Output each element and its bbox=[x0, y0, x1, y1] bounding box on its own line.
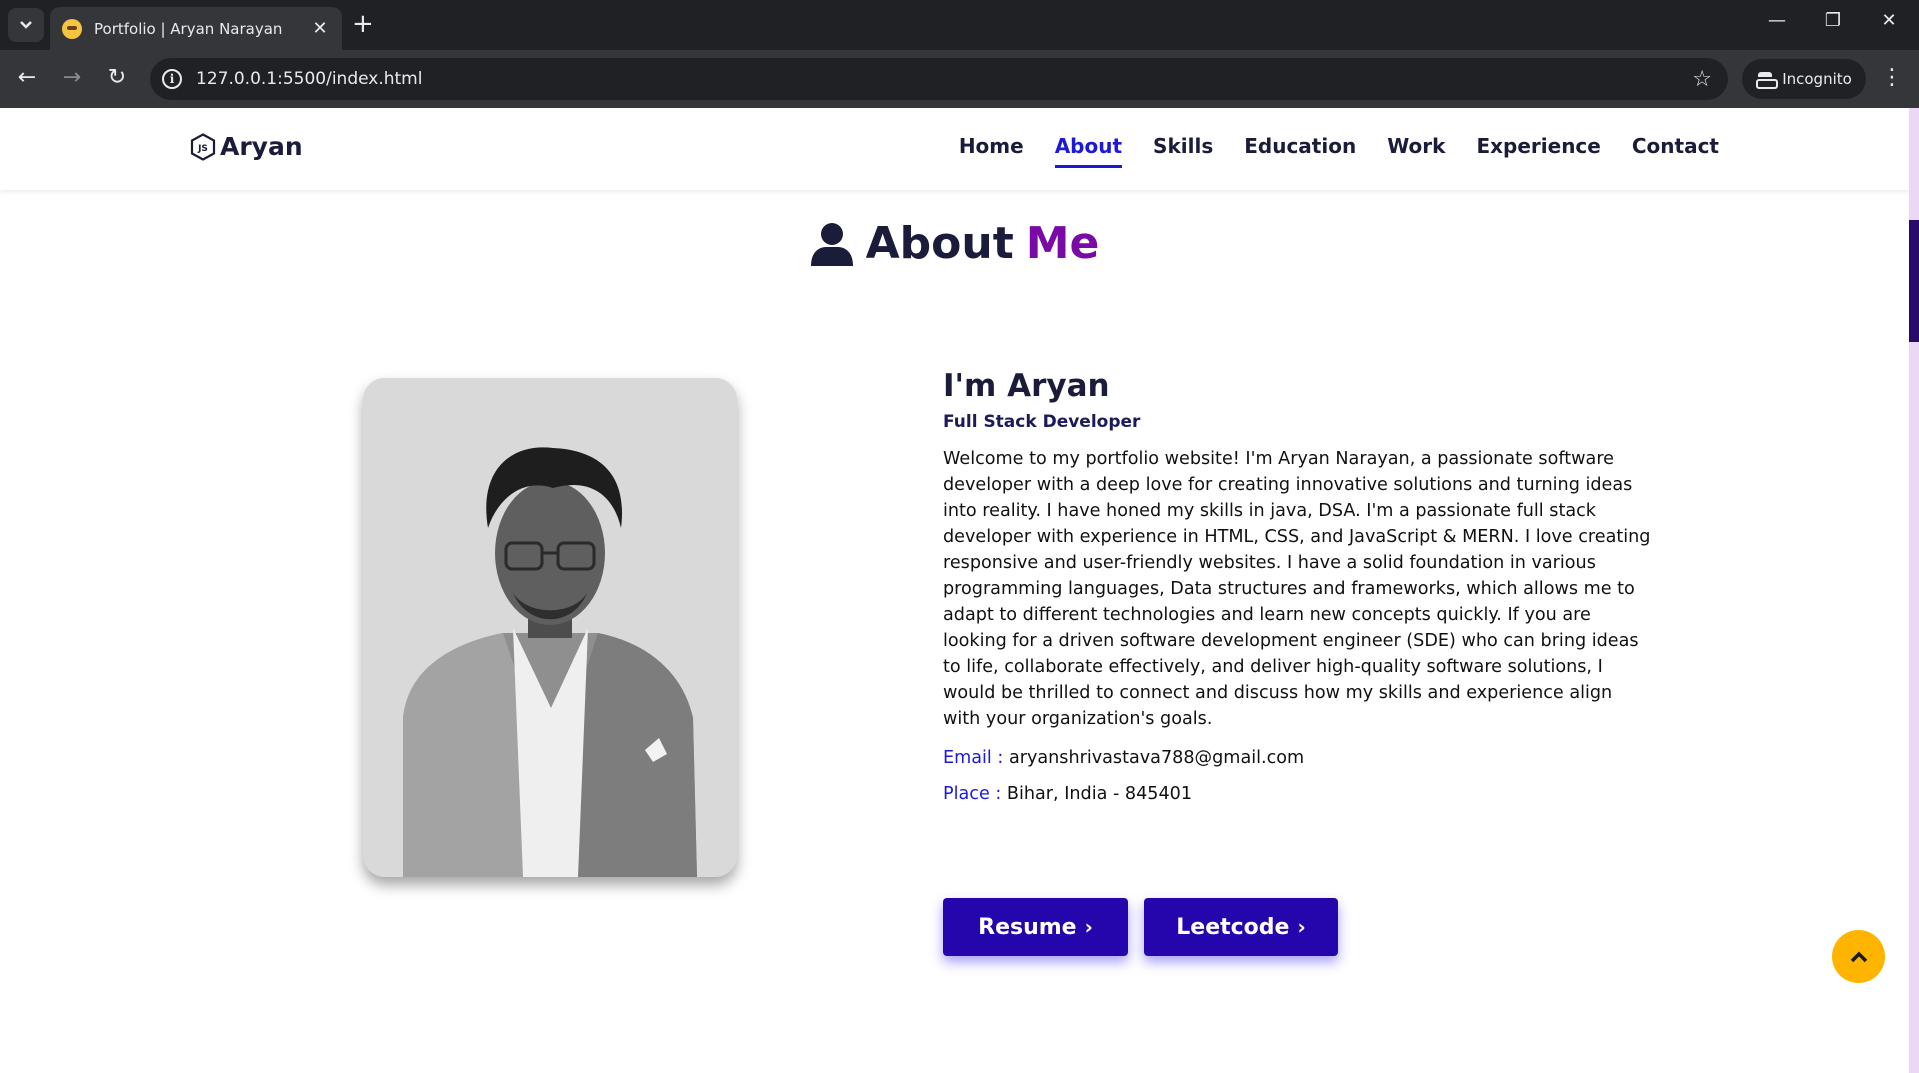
tab-title: Portfolio | Aryan Narayan bbox=[94, 19, 283, 38]
chevron-down-icon bbox=[20, 21, 32, 29]
bookmark-star-icon[interactable]: ☆ bbox=[1692, 67, 1712, 92]
restore-icon[interactable]: ❐ bbox=[1818, 10, 1848, 31]
nav-home[interactable]: Home bbox=[959, 134, 1024, 168]
user-icon bbox=[810, 222, 853, 266]
place-value: Bihar, India - 845401 bbox=[1006, 784, 1193, 804]
site-info-icon[interactable]: i bbox=[162, 69, 182, 89]
place-label: Place : bbox=[943, 784, 1002, 804]
site-header: JS Aryan Home About Skills Education Wor… bbox=[0, 108, 1909, 190]
svg-text:JS: JS bbox=[197, 144, 208, 154]
close-tab-icon[interactable]: ✕ bbox=[310, 18, 330, 39]
nodejs-hexagon-icon: JS bbox=[190, 132, 216, 161]
forward-icon[interactable]: → bbox=[57, 63, 87, 93]
place-row: Place : Bihar, India - 845401 bbox=[943, 784, 1653, 804]
job-title: Full Stack Developer bbox=[943, 412, 1141, 432]
close-window-icon[interactable]: ✕ bbox=[1874, 10, 1904, 31]
resume-button[interactable]: Resume › bbox=[943, 898, 1128, 956]
reload-icon[interactable]: ↻ bbox=[102, 63, 132, 93]
page-scrollbar[interactable] bbox=[1909, 108, 1919, 1073]
email-label: Email : bbox=[943, 748, 1004, 768]
favicon-icon bbox=[62, 18, 82, 39]
browser-toolbar: ← → ↻ i 127.0.0.1:5500/index.html ☆ Inco… bbox=[0, 50, 1919, 108]
section-heading: About Me bbox=[0, 218, 1909, 269]
bio-text: Welcome to my portfolio website! I'm Ary… bbox=[943, 449, 1651, 729]
intro-name: I'm Aryan bbox=[943, 368, 1110, 404]
incognito-indicator[interactable]: Incognito bbox=[1742, 59, 1866, 99]
resume-button-label: Resume bbox=[978, 914, 1077, 940]
about-info: I'm Aryan Full Stack Developer Welcome t… bbox=[943, 368, 1653, 804]
chevron-right-icon: › bbox=[1084, 915, 1093, 939]
browser-tab[interactable]: Portfolio | Aryan Narayan ✕ bbox=[50, 7, 342, 50]
profile-photo bbox=[363, 378, 737, 877]
nav-work[interactable]: Work bbox=[1387, 134, 1445, 168]
logo-text: Aryan bbox=[220, 132, 303, 161]
browser-menu-icon[interactable]: ⋮ bbox=[1880, 63, 1904, 93]
incognito-label: Incognito bbox=[1782, 70, 1852, 88]
main-nav: Home About Skills Education Work Experie… bbox=[928, 134, 1719, 168]
email-value: aryanshrivastava788@gmail.com bbox=[1008, 748, 1305, 768]
incognito-icon bbox=[1756, 72, 1779, 89]
url-text[interactable]: 127.0.0.1:5500/index.html bbox=[196, 69, 1692, 89]
scroll-to-top-button[interactable] bbox=[1832, 930, 1885, 983]
chevron-right-icon: › bbox=[1297, 915, 1306, 939]
browser-tab-bar: Portfolio | Aryan Narayan ✕ + — ❐ ✕ bbox=[0, 0, 1919, 50]
minimize-icon[interactable]: — bbox=[1762, 10, 1792, 31]
back-icon[interactable]: ← bbox=[12, 63, 42, 93]
web-page: JS Aryan Home About Skills Education Wor… bbox=[0, 108, 1909, 1073]
email-row: Email : aryanshrivastava788@gmail.com bbox=[943, 748, 1653, 768]
leetcode-button-label: Leetcode bbox=[1176, 914, 1290, 940]
profile-portrait-image bbox=[363, 378, 737, 877]
nav-about[interactable]: About bbox=[1054, 134, 1123, 168]
new-tab-button[interactable]: + bbox=[352, 10, 374, 38]
tab-search-button[interactable] bbox=[8, 8, 44, 42]
heading-accent: Me bbox=[1025, 218, 1100, 269]
nav-contact[interactable]: Contact bbox=[1632, 134, 1719, 168]
nav-education[interactable]: Education bbox=[1244, 134, 1356, 168]
nav-skills[interactable]: Skills bbox=[1153, 134, 1213, 168]
chevron-up-icon bbox=[1850, 951, 1867, 962]
action-buttons: Resume › Leetcode › bbox=[943, 898, 1354, 956]
leetcode-button[interactable]: Leetcode › bbox=[1144, 898, 1338, 956]
site-logo[interactable]: JS Aryan bbox=[190, 132, 303, 161]
heading-main: About bbox=[865, 218, 1014, 269]
nav-experience[interactable]: Experience bbox=[1476, 134, 1600, 168]
scrollbar-thumb[interactable] bbox=[1909, 220, 1919, 342]
address-bar[interactable]: i 127.0.0.1:5500/index.html ☆ bbox=[150, 58, 1728, 100]
